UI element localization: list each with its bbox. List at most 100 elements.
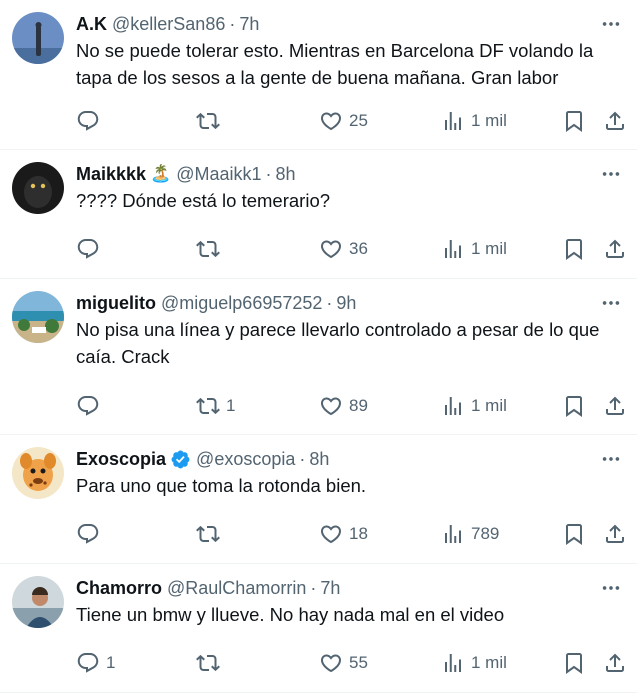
display-name[interactable]: miguelito [76,293,156,314]
retweet-button[interactable] [196,648,226,678]
views-icon [441,394,465,418]
timestamp[interactable]: 8h [309,449,329,470]
share-button[interactable] [603,648,627,678]
action-bar: 25 1 mil [76,106,629,136]
avatar[interactable] [12,447,64,499]
reply-button[interactable] [76,391,106,421]
bookmark-button[interactable] [562,519,586,549]
display-name[interactable]: Chamorro [76,578,162,599]
bookmark-button[interactable] [562,391,586,421]
avatar[interactable] [12,12,64,64]
user-handle[interactable]: @miguelp66957252 [161,293,322,314]
tweet[interactable]: Maikkkk 🏝️ @Maaikk1 · 8h ???? Dónde está… [0,150,637,279]
separator-dot: · [299,448,306,469]
like-button[interactable]: 25 [319,106,368,136]
retweet-button[interactable] [196,519,226,549]
separator-dot: · [229,13,236,34]
timestamp[interactable]: 8h [276,164,296,185]
view-count: 789 [471,524,500,543]
tweet[interactable]: A.K @kellerSan86 · 7h No se puede tolera… [0,0,637,150]
avatar[interactable] [12,576,64,628]
views-button[interactable]: 1 mil [441,234,507,264]
avatar[interactable] [12,291,64,343]
verified-badge-icon [170,449,191,470]
retweet-icon [196,237,220,261]
share-icon [603,522,627,546]
bookmark-button[interactable] [562,106,586,136]
like-count: 25 [349,111,368,130]
more-icon[interactable] [599,578,623,598]
like-icon [319,109,343,133]
retweet-icon [196,109,220,133]
share-button[interactable] [603,106,627,136]
replies-feed: A.K @kellerSan86 · 7h No se puede tolera… [0,0,637,693]
reply-button[interactable] [76,519,106,549]
display-name[interactable]: A.K [76,14,107,35]
more-icon[interactable] [599,14,623,34]
reply-icon [76,522,100,546]
like-button[interactable]: 18 [319,519,368,549]
bookmark-button[interactable] [562,234,586,264]
reply-count: 1 [106,653,116,672]
display-name[interactable]: Exoscopia [76,449,166,470]
share-button[interactable] [603,234,627,264]
separator-dot: · [326,292,333,313]
retweet-button[interactable]: 1 [196,391,235,421]
tweet[interactable]: Exoscopia @exoscopia · 8h Para uno que t… [0,435,637,564]
action-bar: 1 89 1 mil [76,391,629,421]
bookmark-icon [562,522,586,546]
views-button[interactable]: 1 mil [441,648,507,678]
reply-button[interactable]: 1 [76,648,115,678]
view-count: 1 mil [471,396,507,415]
share-icon [603,651,627,675]
user-handle[interactable]: @RaulChamorrin [167,578,306,599]
views-button[interactable]: 1 mil [441,106,507,136]
separator-dot: · [265,163,272,184]
user-handle[interactable]: @exoscopia [196,449,295,470]
reply-button[interactable] [76,106,106,136]
view-count: 1 mil [471,111,507,130]
tweet[interactable]: miguelito @miguelp66957252 · 9h No pisa … [0,279,637,435]
view-count: 1 mil [471,239,507,258]
share-icon [603,109,627,133]
tweet-text: ???? Dónde está lo temerario? [76,190,331,211]
timestamp[interactable]: 7h [320,578,340,599]
tweet[interactable]: Chamorro @RaulChamorrin · 7h Tiene un bm… [0,564,637,693]
like-icon [319,651,343,675]
share-icon [603,394,627,418]
view-count: 1 mil [471,653,507,672]
views-icon [441,109,465,133]
like-button[interactable]: 55 [319,648,368,678]
reply-button[interactable] [76,234,106,264]
like-count: 89 [349,396,368,415]
like-button[interactable]: 89 [319,391,368,421]
display-name[interactable]: Maikkkk [76,164,146,185]
views-button[interactable]: 789 [441,519,499,549]
views-icon [441,651,465,675]
retweet-button[interactable] [196,106,226,136]
action-bar: 18 789 [76,519,629,549]
share-button[interactable] [603,391,627,421]
bookmark-icon [562,237,586,261]
share-button[interactable] [603,519,627,549]
more-icon[interactable] [599,449,623,469]
timestamp[interactable]: 9h [336,293,356,314]
avatar[interactable] [12,162,64,214]
user-handle[interactable]: @kellerSan86 [112,14,225,35]
retweet-icon [196,394,220,418]
tweet-text: No se puede tolerar esto. Mientras en Ba… [76,40,594,88]
timestamp[interactable]: 7h [239,14,259,35]
like-count: 36 [349,239,368,258]
like-icon [319,522,343,546]
views-icon [441,237,465,261]
tweet-text: Tiene un bmw y llueve. No hay nada mal e… [76,604,505,625]
more-icon[interactable] [599,164,623,184]
retweet-button[interactable] [196,234,226,264]
user-handle[interactable]: @Maaikk1 [176,164,261,185]
retweet-icon [196,522,220,546]
views-button[interactable]: 1 mil [441,391,507,421]
like-button[interactable]: 36 [319,234,368,264]
bookmark-button[interactable] [562,648,586,678]
tweet-text: No pisa una línea y parece llevarlo cont… [76,319,600,367]
more-icon[interactable] [599,293,623,313]
